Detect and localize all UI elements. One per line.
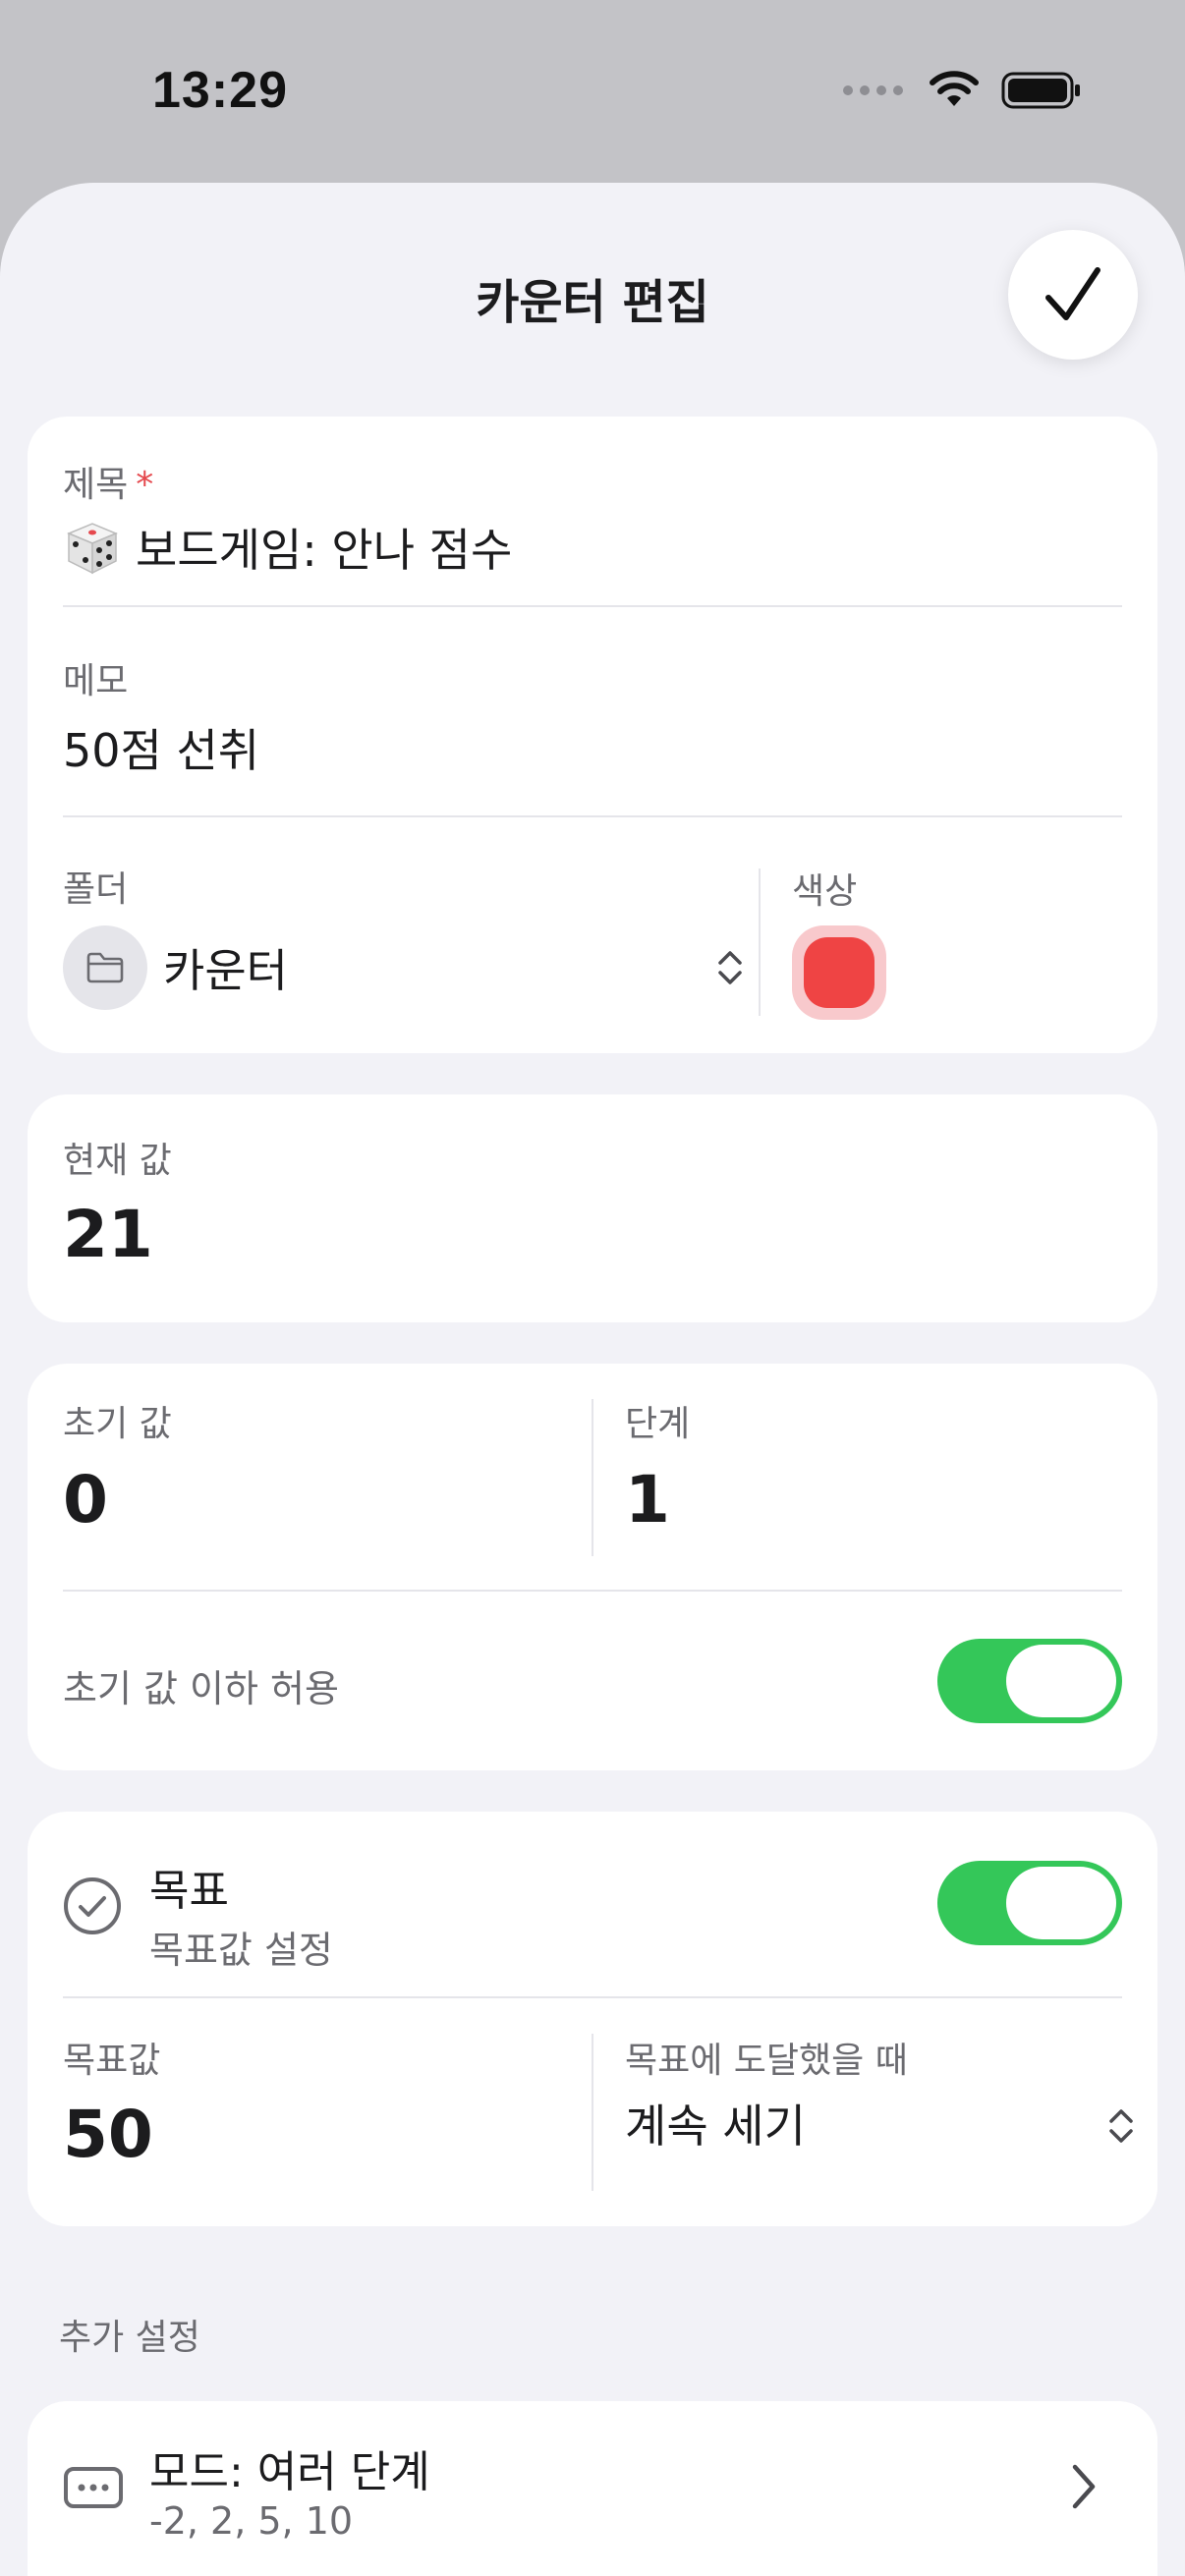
- goal-subtitle: 목표값 설정: [149, 1929, 333, 1972]
- goal-card: 목표 목표값 설정 목표값 50 목표에 도달했을 때 계속 세기: [28, 1812, 1157, 2226]
- divider: [63, 1590, 1122, 1592]
- toggle-knob: [1006, 1867, 1116, 1939]
- title-input[interactable]: 보드게임: 안나 점수: [63, 515, 512, 580]
- ellipsis-rectangle-icon: [64, 2467, 123, 2508]
- done-button[interactable]: [1008, 230, 1138, 360]
- current-value-card: 현재 값 21: [28, 1094, 1157, 1322]
- check-circle-icon: [64, 1877, 121, 1934]
- toggle-knob: [1006, 1645, 1116, 1717]
- chevron-up-down-icon: [1109, 2109, 1133, 2143]
- divider: [63, 815, 1122, 817]
- initial-step-card: 초기 값 0 단계 1 초기 값 이하 허용: [28, 1364, 1157, 1770]
- vertical-divider: [759, 868, 761, 1016]
- folder-icon: [86, 952, 124, 983]
- wifi-icon: [930, 71, 979, 106]
- initial-value-label: 초기 값: [63, 1404, 172, 1444]
- folder-icon-circle: [63, 925, 147, 1010]
- details-card: 제목 * 보드게임: 안나 점수 메모 50점 선취 폴더 카운터 색상: [28, 417, 1157, 1053]
- step-input[interactable]: 1: [625, 1462, 670, 1538]
- current-value-input[interactable]: 21: [63, 1197, 153, 1272]
- chevron-up-down-icon: [718, 951, 742, 984]
- goal-reached-value: 계속 세기: [625, 2100, 806, 2153]
- mode-title: 모드: 여러 단계: [149, 2447, 430, 2497]
- vertical-divider: [592, 1399, 593, 1556]
- folder-label: 폴더: [63, 869, 129, 910]
- color-swatch-button[interactable]: [792, 925, 886, 1020]
- status-bar: 13:29: [0, 0, 1185, 187]
- status-time: 13:29: [152, 62, 288, 119]
- title-label-text: 제목: [63, 465, 129, 505]
- required-mark: *: [136, 465, 154, 505]
- goal-title: 목표: [149, 1866, 229, 1916]
- goal-value-input[interactable]: 50: [63, 2097, 153, 2172]
- folder-picker[interactable]: 카운터: [63, 925, 751, 1010]
- chevron-right-icon: [1072, 2464, 1096, 2509]
- checkmark-icon: [1045, 267, 1100, 320]
- status-icons: [843, 71, 1082, 110]
- color-label: 색상: [792, 871, 858, 912]
- allow-below-initial-label: 초기 값 이하 허용: [63, 1667, 339, 1710]
- mode-subtitle: -2, 2, 5, 10: [149, 2499, 354, 2543]
- mode-row[interactable]: 모드: 여러 단계 -2, 2, 5, 10: [28, 2401, 1157, 2576]
- dice-icon: [67, 523, 118, 575]
- divider: [63, 605, 1122, 607]
- step-label: 단계: [625, 1404, 691, 1444]
- initial-value-input[interactable]: 0: [63, 1462, 108, 1538]
- allow-below-initial-toggle[interactable]: [937, 1639, 1122, 1723]
- title-label: 제목 *: [63, 456, 153, 507]
- sheet-header: 카운터 편집: [0, 183, 1185, 379]
- goal-reached-label: 목표에 도달했을 때: [625, 2041, 908, 2081]
- edit-counter-sheet: 카운터 편집 제목 * 보드게임: 안나 점수 메모 50점 선취 폴더 카운터…: [0, 183, 1185, 2576]
- title-value: 보드게임: 안나 점수: [136, 524, 513, 577]
- goal-reached-picker[interactable]: 계속 세기: [625, 2091, 1136, 2159]
- goal-toggle[interactable]: [937, 1861, 1122, 1945]
- cellular-dots-icon: [843, 85, 903, 95]
- battery-icon: [1001, 72, 1080, 109]
- memo-input[interactable]: 50점 선취: [63, 715, 259, 780]
- color-swatch: [804, 937, 875, 1008]
- current-value-label: 현재 값: [63, 1141, 172, 1181]
- additional-settings-label: 추가 설정: [59, 2318, 200, 2358]
- goal-value-label: 목표값: [63, 2041, 161, 2081]
- folder-value: 카운터: [163, 944, 288, 997]
- divider: [63, 1996, 1122, 1998]
- vertical-divider: [592, 2034, 593, 2191]
- memo-label: 메모: [63, 661, 129, 701]
